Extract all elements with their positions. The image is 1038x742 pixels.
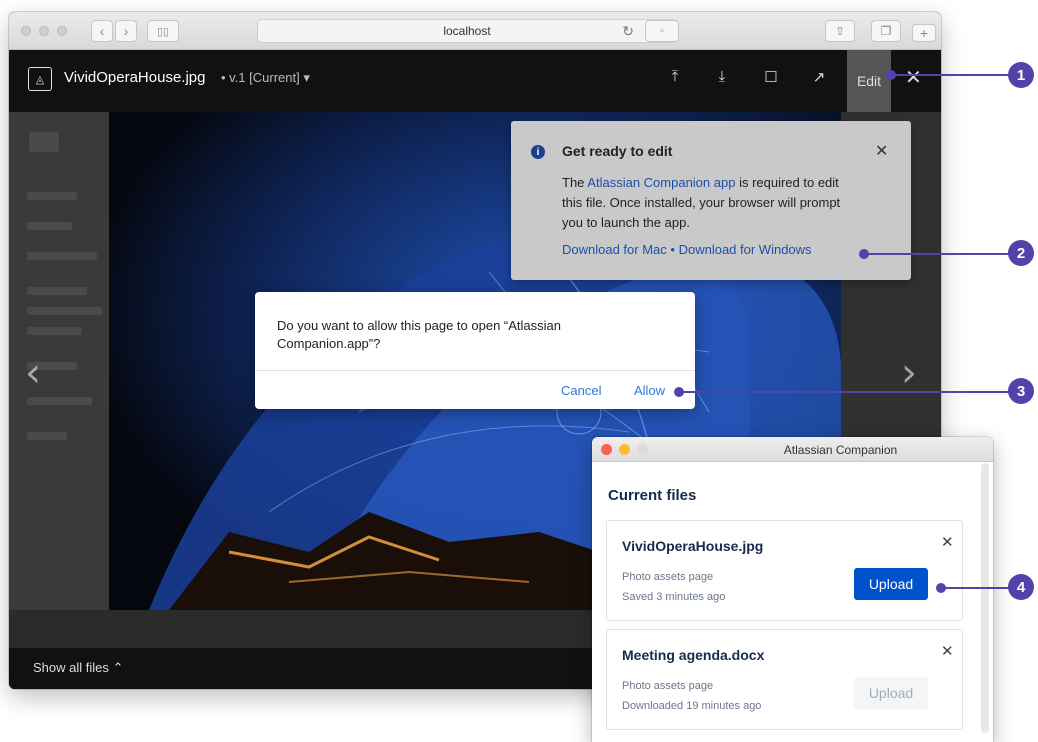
back-button[interactable]: ‹ xyxy=(91,20,113,42)
window-zoom-dot[interactable] xyxy=(57,26,67,36)
callout-line xyxy=(941,587,1010,589)
comment-icon[interactable]: ☐ xyxy=(761,68,781,86)
companion-window: Atlassian Companion Current files VividO… xyxy=(592,437,993,742)
new-tab-button[interactable]: + xyxy=(912,24,936,42)
file-location: Photo assets page xyxy=(622,571,714,583)
previous-arrow-icon[interactable]: ‹ xyxy=(25,350,41,396)
forward-button[interactable]: › xyxy=(115,20,137,42)
cancel-button[interactable]: Cancel xyxy=(561,383,601,398)
extension-icon: ▫ xyxy=(660,25,664,37)
file-status: Downloaded 19 minutes ago xyxy=(622,700,762,712)
window-close-dot[interactable] xyxy=(21,26,31,36)
companion-title: Atlassian Companion xyxy=(783,443,898,457)
chevron-left-icon: ‹ xyxy=(99,23,105,39)
close-notification-icon[interactable]: ✕ xyxy=(875,141,888,161)
viewer-file-name: VividOperaHouse.jpg xyxy=(64,69,206,86)
close-viewer-icon[interactable]: ✕ xyxy=(905,65,922,90)
image-file-icon: ◬ xyxy=(28,67,52,91)
companion-titlebar: Atlassian Companion xyxy=(592,437,993,462)
callout-badge: 3 xyxy=(1008,378,1034,404)
callout-badge: 4 xyxy=(1008,574,1034,600)
permission-dialog: Do you want to allow this page to open “… xyxy=(255,292,695,409)
share-icon: ⇧ xyxy=(834,24,846,38)
share-button[interactable]: ⇧ xyxy=(825,20,855,42)
sidebar-toggle-button[interactable]: ▯▯ xyxy=(147,20,179,42)
tabs-button[interactable]: ❐ xyxy=(871,20,901,42)
file-name: VividOperaHouse.jpg xyxy=(622,538,764,554)
edit-notification: i Get ready to edit ✕ The Atlassian Comp… xyxy=(511,121,911,280)
tabs-icon: ❐ xyxy=(880,24,892,38)
download-windows-link[interactable]: Download for Windows xyxy=(679,242,812,257)
companion-app-link[interactable]: Atlassian Companion app xyxy=(587,175,735,190)
show-all-files-button[interactable]: Show all files ⌃ xyxy=(33,660,123,676)
viewer-header: ◬ VividOperaHouse.jpg • v.1 [Current] ▾ … xyxy=(9,50,941,112)
file-status: Saved 3 minutes ago xyxy=(622,591,726,603)
notification-title: Get ready to edit xyxy=(562,143,673,159)
edit-button[interactable]: Edit xyxy=(847,50,891,112)
next-arrow-icon[interactable]: › xyxy=(901,350,917,396)
callout-badge: 2 xyxy=(1008,240,1034,266)
plus-icon: + xyxy=(919,25,929,41)
upload-button-disabled: Upload xyxy=(854,677,928,709)
edit-label: Edit xyxy=(856,73,882,89)
download-icon[interactable]: ⤓ xyxy=(712,68,732,85)
download-mac-link[interactable]: Download for Mac xyxy=(562,242,667,257)
version-selector[interactable]: • v.1 [Current] ▾ xyxy=(221,70,310,86)
callout-line xyxy=(864,253,1010,255)
background-sidebar xyxy=(9,112,109,610)
companion-scrollbar[interactable] xyxy=(981,463,989,733)
address-bar[interactable]: localhost ↻ xyxy=(257,19,677,43)
callout-line xyxy=(679,391,1010,393)
file-card: VividOperaHouse.jpg ✕ Photo assets page … xyxy=(606,520,963,621)
download-links: Download for Mac • Download for Windows xyxy=(562,242,812,257)
chevron-right-icon: › xyxy=(123,23,129,39)
current-files-heading: Current files xyxy=(608,487,697,504)
reload-icon[interactable]: ↻ xyxy=(622,23,634,40)
file-location: Photo assets page xyxy=(622,680,714,692)
share-out-icon[interactable]: ↗ xyxy=(809,68,829,86)
upload-button[interactable]: Upload xyxy=(854,568,928,600)
body-text-start: The xyxy=(562,175,588,190)
file-card: Meeting agenda.docx ✕ Photo assets page … xyxy=(606,629,963,730)
sidebar-icon: ▯▯ xyxy=(156,25,170,38)
dialog-divider xyxy=(255,370,695,371)
notification-body: The Atlassian Companion app is required … xyxy=(562,173,862,233)
callout-line xyxy=(891,74,1011,76)
info-icon: i xyxy=(531,145,545,159)
link-separator: • xyxy=(670,242,675,257)
file-name: Meeting agenda.docx xyxy=(622,647,765,663)
upload-icon[interactable]: ⤒ xyxy=(665,68,685,85)
address-text: localhost xyxy=(443,24,491,38)
dialog-message: Do you want to allow this page to open “… xyxy=(277,318,562,351)
browser-toolbar: ‹ › ▯▯ localhost ↻ ▫ ⇧ ❐ + xyxy=(9,12,941,50)
window-minimize-dot[interactable] xyxy=(39,26,49,36)
remove-file-icon[interactable]: ✕ xyxy=(941,533,954,551)
callout-badge: 1 xyxy=(1008,62,1034,88)
allow-button[interactable]: Allow xyxy=(634,383,665,398)
extension-button[interactable]: ▫ xyxy=(645,20,679,42)
remove-file-icon[interactable]: ✕ xyxy=(941,642,954,660)
